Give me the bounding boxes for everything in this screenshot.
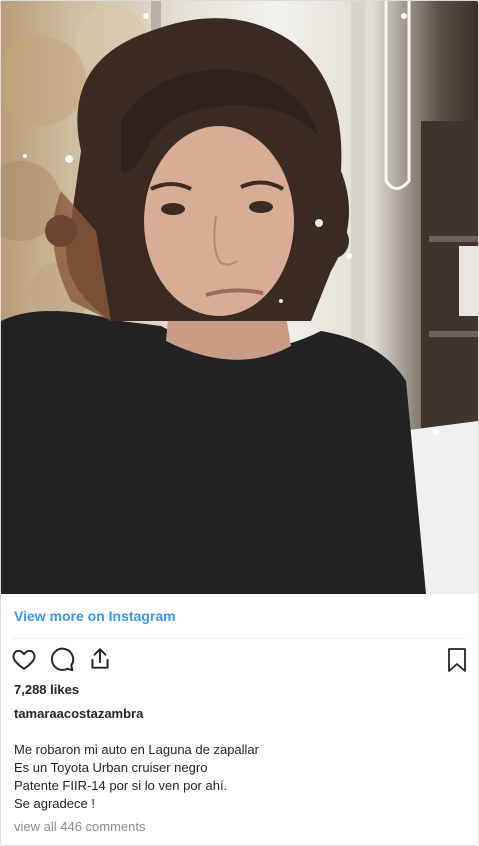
heart-icon[interactable]: [11, 646, 37, 672]
caption-line: Es un Toyota Urban cruiser negro: [14, 760, 208, 775]
view-more-on-instagram-link[interactable]: View more on Instagram: [14, 608, 176, 624]
caption-line: Me robaron mi auto en Laguna de zapallar: [14, 742, 259, 757]
comment-icon[interactable]: [49, 646, 75, 672]
post-caption: Me robaron mi auto en Laguna de zapallar…: [14, 741, 259, 813]
instagram-embed-card: View more on Instagram 7,288 likes tamar…: [0, 0, 479, 846]
share-icon[interactable]: [87, 646, 113, 672]
post-actions: [11, 646, 113, 672]
post-photo[interactable]: [1, 1, 478, 594]
likes-count[interactable]: 7,288 likes: [14, 682, 79, 697]
bookmark-icon[interactable]: [445, 647, 469, 673]
divider: [13, 638, 466, 639]
view-all-comments-link[interactable]: view all 446 comments: [14, 819, 146, 834]
post-username[interactable]: tamaraacostazambra: [14, 706, 143, 721]
caption-line: Se agradece !: [14, 796, 95, 811]
caption-line: Patente FIIR-14 por si lo ven por ahí.: [14, 778, 228, 793]
